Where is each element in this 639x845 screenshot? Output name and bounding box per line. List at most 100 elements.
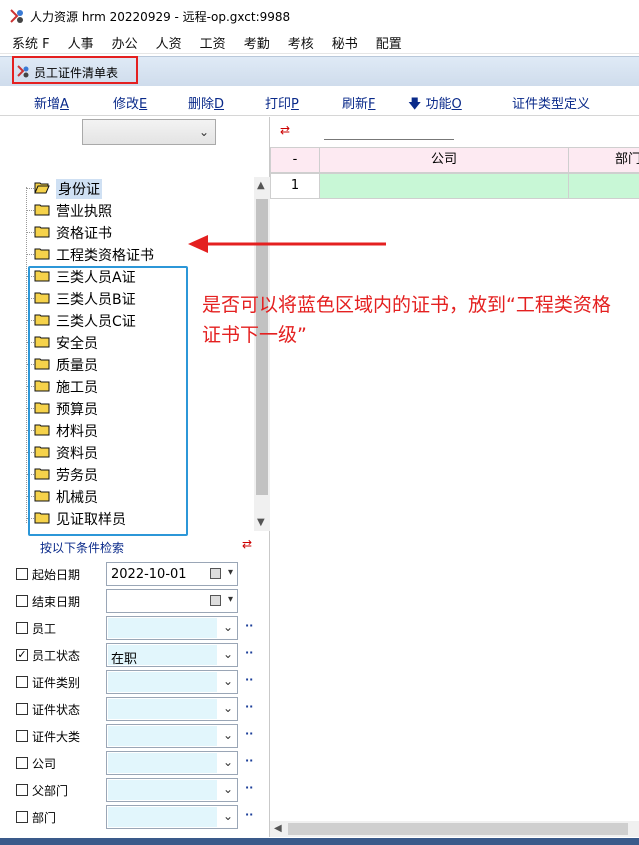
folder-icon	[34, 204, 50, 216]
function-button[interactable]: 🡇 功能O	[408, 93, 462, 117]
tree-node[interactable]: 营业执照	[12, 199, 252, 221]
tree-node-label: 身份证	[56, 179, 102, 199]
filter-row: 部门 ⌄ ··	[12, 804, 270, 830]
lookup-field[interactable]: ⌄	[106, 697, 238, 721]
lookup-field[interactable]: ⌄	[106, 778, 238, 802]
lookup-field[interactable]: ⌄	[106, 670, 238, 694]
filter-checkbox[interactable]	[16, 595, 28, 607]
filter-row: 证件大类 ⌄ ··	[12, 723, 270, 749]
menu-bar: 系统 F 人事 办公 人资 工资 考勤 考核 秘书 配置	[0, 32, 639, 54]
caret-down-icon[interactable]: ▾	[228, 567, 233, 578]
refresh-button[interactable]: 刷新F	[342, 93, 376, 112]
date-field[interactable]: ▾	[106, 589, 238, 613]
chevron-down-icon[interactable]: ⌄	[223, 728, 233, 742]
filter-checkbox[interactable]	[16, 730, 28, 742]
filter-checkbox[interactable]	[16, 622, 28, 634]
grid-area: ⇄ - 公司 部门 1 ◀	[270, 117, 639, 837]
menu-assessment[interactable]: 考核	[282, 33, 320, 52]
field-input-area[interactable]	[108, 780, 217, 800]
menu-hr[interactable]: 人资	[150, 33, 188, 52]
chevron-down-icon[interactable]: ⌄	[223, 674, 233, 688]
chevron-down-icon[interactable]: ⌄	[223, 701, 233, 715]
lookup-field[interactable]: 在职 ⌄	[106, 643, 238, 667]
grid-header-company[interactable]: 公司	[319, 147, 569, 173]
lookup-dots-icon[interactable]: ··	[245, 619, 253, 632]
lookup-dots-icon[interactable]: ··	[245, 781, 253, 794]
annotation-blue-box	[28, 266, 188, 536]
field-value: 在职	[111, 652, 138, 667]
grid-top-bar: ⇄	[270, 117, 639, 147]
grid-row-number[interactable]: 1	[270, 173, 320, 199]
menu-config[interactable]: 配置	[370, 33, 408, 52]
filter-label: 父部门	[32, 784, 69, 798]
field-input-area[interactable]	[108, 753, 217, 773]
category-combo[interactable]: ⌄	[82, 119, 216, 145]
filter-checkbox[interactable]	[16, 757, 28, 769]
filter-checkbox[interactable]: ✓	[16, 649, 28, 661]
tree-scrollbar[interactable]: ▲ ▼	[254, 177, 270, 531]
swap-icon[interactable]: ⇄	[242, 537, 252, 551]
window-title: 人力资源 hrm 20220929 - 远程-op.gxct:9988	[30, 9, 291, 24]
chevron-down-icon[interactable]: ⌄	[223, 620, 233, 634]
menu-attendance[interactable]: 考勤	[238, 33, 276, 52]
delete-button[interactable]: 删除D	[188, 93, 224, 112]
calendar-icon[interactable]	[210, 568, 221, 579]
edit-button[interactable]: 修改E	[113, 93, 147, 112]
calendar-icon[interactable]	[210, 595, 221, 606]
filter-checkbox[interactable]	[16, 568, 28, 580]
chevron-down-icon: ⌄	[198, 125, 209, 139]
filter-checkbox[interactable]	[16, 703, 28, 715]
caret-down-icon[interactable]: ▾	[228, 594, 233, 605]
field-input-area[interactable]	[108, 618, 217, 638]
lookup-field[interactable]: ⌄	[106, 724, 238, 748]
chevron-down-icon[interactable]: ⌄	[223, 647, 233, 661]
chevron-down-icon[interactable]: ⌄	[223, 782, 233, 796]
filter-row: 证件状态 ⌄ ··	[12, 696, 270, 722]
grid-cell-company[interactable]	[319, 173, 569, 199]
lookup-dots-icon[interactable]: ··	[245, 808, 253, 821]
field-input-area[interactable]	[108, 699, 217, 719]
field-value: 2022-10-01	[111, 567, 187, 582]
filter-checkbox[interactable]	[16, 676, 28, 688]
tree-line	[26, 254, 34, 255]
grid-header-rownum[interactable]: -	[270, 147, 320, 173]
grid-header-dept[interactable]: 部门	[568, 147, 639, 173]
menu-payroll[interactable]: 工资	[194, 33, 232, 52]
grid-cell-dept[interactable]	[568, 173, 639, 199]
print-button[interactable]: 打印P	[265, 93, 299, 112]
scroll-down-icon[interactable]: ▼	[257, 517, 265, 528]
menu-personnel[interactable]: 人事	[62, 33, 100, 52]
grid-hscrollbar[interactable]: ◀	[270, 821, 639, 837]
filter-checkbox[interactable]	[16, 784, 28, 796]
lookup-dots-icon[interactable]: ··	[245, 727, 253, 740]
tree-line	[26, 210, 34, 211]
window-titlebar: 人力资源 hrm 20220929 - 远程-op.gxct:9988	[0, 0, 639, 32]
lookup-field[interactable]: ⌄	[106, 616, 238, 640]
new-button[interactable]: 新增A	[34, 93, 69, 112]
scroll-up-icon[interactable]: ▲	[257, 180, 265, 191]
scroll-thumb[interactable]	[288, 823, 628, 835]
tree-node[interactable]: 身份证	[12, 177, 252, 199]
lookup-dots-icon[interactable]: ··	[245, 700, 253, 713]
menu-secretary[interactable]: 秘书	[326, 33, 364, 52]
lookup-dots-icon[interactable]: ··	[245, 754, 253, 767]
lookup-dots-icon[interactable]: ··	[245, 673, 253, 686]
cert-type-definition-button[interactable]: 证件类型定义	[512, 93, 590, 112]
menu-system[interactable]: 系统 F	[0, 33, 56, 52]
field-input-area[interactable]	[108, 726, 217, 746]
filter-label: 结束日期	[32, 595, 81, 609]
filter-label: 证件状态	[32, 703, 81, 717]
chevron-down-icon[interactable]: ⌄	[223, 809, 233, 823]
lookup-dots-icon[interactable]: ··	[245, 646, 253, 659]
lookup-field[interactable]: ⌄	[106, 805, 238, 829]
lookup-field[interactable]: ⌄	[106, 751, 238, 775]
annotation-text: 是否可以将蓝色区域内的证书，放到“工程类资格证书下一级”	[202, 294, 611, 346]
field-input-area[interactable]	[108, 807, 217, 827]
field-input-area[interactable]	[108, 672, 217, 692]
filter-checkbox[interactable]	[16, 811, 28, 823]
menu-office[interactable]: 办公	[106, 33, 144, 52]
scroll-left-icon[interactable]: ◀	[274, 823, 282, 834]
chevron-down-icon[interactable]: ⌄	[223, 755, 233, 769]
date-field[interactable]: 2022-10-01 ▾	[106, 562, 238, 586]
swap-icon[interactable]: ⇄	[280, 123, 290, 137]
